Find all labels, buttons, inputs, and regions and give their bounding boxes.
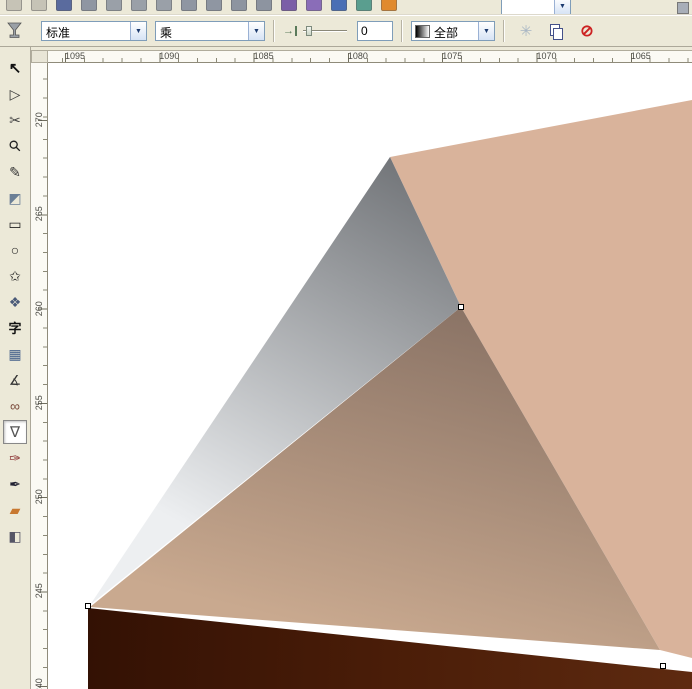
transparency-target-value: 全部 bbox=[434, 26, 459, 40]
toolbar-separator bbox=[401, 20, 403, 42]
standard-toolbar: ▼ bbox=[0, 0, 692, 15]
ruler-label: 1080 bbox=[347, 51, 368, 61]
start-transparency-slider[interactable] bbox=[303, 25, 347, 37]
basic-shapes-tool[interactable]: ❖ bbox=[2, 289, 28, 315]
standard-toolbar-icons bbox=[6, 0, 397, 11]
pick-tool[interactable]: ↖ bbox=[2, 55, 28, 81]
ruler-label: 260 bbox=[34, 301, 44, 317]
toolbar-icon[interactable] bbox=[206, 0, 222, 11]
toolbar-icon[interactable] bbox=[131, 0, 147, 11]
ruler-label: 240 bbox=[34, 678, 44, 689]
freeze-transparency-button[interactable]: ✳ bbox=[517, 22, 535, 40]
text-tool[interactable]: 字 bbox=[2, 315, 28, 341]
slider-thumb[interactable] bbox=[306, 26, 312, 36]
slider-bound-icon: → bbox=[283, 26, 297, 37]
node-handle[interactable] bbox=[660, 663, 666, 669]
polygon-tool[interactable]: ✩ bbox=[2, 263, 28, 289]
merge-mode-value: 乘 bbox=[160, 26, 173, 40]
ruler-label: 255 bbox=[34, 395, 44, 411]
horizontal-ruler-labels: 1095 1090 1085 1080 1075 1070 1065 bbox=[48, 51, 692, 61]
toolbar-icon[interactable] bbox=[331, 0, 347, 11]
toolbar-icon[interactable] bbox=[356, 0, 372, 11]
ruler-label: 265 bbox=[34, 206, 44, 222]
ruler-label: 245 bbox=[34, 584, 44, 600]
transparency-tool[interactable]: ∇ bbox=[3, 420, 27, 444]
toolbox: ↖ ▷ ✂ ⚲ ✎ ◩ ▭ ○ ✩ ❖ 字 ▦ ∡ ∞ ∇ ✑ ✒ ▰ ◧ bbox=[0, 47, 31, 689]
toolbar-icon[interactable] bbox=[256, 0, 272, 11]
transparency-type-value: 标准 bbox=[46, 26, 71, 40]
merge-mode-dropdown[interactable]: 乘 ▼ bbox=[155, 21, 265, 41]
fill-tool[interactable]: ▰ bbox=[2, 497, 28, 523]
toolbar-icon[interactable] bbox=[677, 2, 689, 14]
node-handle[interactable] bbox=[458, 304, 464, 310]
smart-fill-tool[interactable]: ◩ bbox=[2, 185, 28, 211]
ellipse-tool[interactable]: ○ bbox=[2, 237, 28, 263]
chevron-down-icon[interactable]: ▼ bbox=[248, 22, 264, 40]
toolbar-icon[interactable] bbox=[156, 0, 172, 11]
toolbar-separator bbox=[273, 20, 275, 42]
ruler-label: 1085 bbox=[253, 51, 274, 61]
transparency-tool-icon bbox=[6, 22, 23, 40]
transparency-type-dropdown[interactable]: 标准 ▼ bbox=[41, 21, 147, 41]
shape-tool[interactable]: ▷ bbox=[2, 81, 28, 107]
ruler-label: 1065 bbox=[630, 51, 651, 61]
toolbar-icon[interactable] bbox=[181, 0, 197, 11]
drawing-canvas[interactable] bbox=[48, 63, 692, 689]
no-transparency-button[interactable]: ⊘ bbox=[578, 22, 596, 40]
ruler-label: 1095 bbox=[65, 51, 86, 61]
vertical-ruler-labels: 270 265 260 255 250 245 240 bbox=[31, 63, 47, 689]
ruler-label: 1075 bbox=[442, 51, 463, 61]
copy-transparency-button[interactable] bbox=[549, 23, 564, 40]
ruler-label: 250 bbox=[34, 489, 44, 505]
table-tool[interactable]: ▦ bbox=[2, 341, 28, 367]
eyedropper-tool[interactable]: ✑ bbox=[2, 445, 28, 471]
toolbar-icon[interactable] bbox=[81, 0, 97, 11]
ruler-label: 1090 bbox=[159, 51, 180, 61]
toolbar-combobox-value bbox=[502, 0, 554, 14]
app-window: { "top_toolbar": { "combo_value": "", "d… bbox=[0, 0, 692, 689]
blend-tool[interactable]: ∞ bbox=[2, 393, 28, 419]
ruler-origin[interactable] bbox=[31, 50, 48, 63]
rectangle-tool[interactable]: ▭ bbox=[2, 211, 28, 237]
ruler-label: 270 bbox=[34, 112, 44, 128]
transparency-target-dropdown[interactable]: 全部 ▼ bbox=[411, 21, 495, 41]
toolbar-icon[interactable] bbox=[31, 0, 47, 11]
chevron-down-icon[interactable]: ▼ bbox=[478, 22, 494, 40]
toolbar-icon[interactable] bbox=[6, 0, 22, 11]
outline-pen-tool[interactable]: ✒ bbox=[2, 471, 28, 497]
interactive-fill-tool[interactable]: ◧ bbox=[2, 523, 28, 549]
toolbar-icon[interactable] bbox=[381, 0, 397, 11]
horizontal-ruler[interactable]: 1095 1090 1085 1080 1075 1070 1065 bbox=[48, 50, 692, 63]
toolbar-combobox[interactable]: ▼ bbox=[501, 0, 571, 14]
gradient-swatch-icon bbox=[415, 24, 430, 38]
toolbar-icon[interactable] bbox=[106, 0, 122, 11]
start-transparency-input[interactable] bbox=[357, 21, 393, 41]
toolbar-icon[interactable] bbox=[306, 0, 322, 11]
property-bar: 标准 ▼ 乘 ▼ → 全部 ▼ ✳ ⊘ bbox=[0, 15, 692, 47]
vertical-ruler[interactable]: 270 265 260 255 250 245 240 bbox=[31, 63, 48, 689]
toolbar-icon[interactable] bbox=[281, 0, 297, 11]
toolbar-separator bbox=[503, 20, 505, 42]
chevron-down-icon[interactable]: ▼ bbox=[130, 22, 146, 40]
toolbar-icon[interactable] bbox=[231, 0, 247, 11]
node-handle[interactable] bbox=[85, 603, 91, 609]
toolbar-icon[interactable] bbox=[56, 0, 72, 11]
ruler-label: 1070 bbox=[536, 51, 557, 61]
chevron-down-icon[interactable]: ▼ bbox=[554, 0, 570, 14]
dimension-tool[interactable]: ∡ bbox=[2, 367, 28, 393]
